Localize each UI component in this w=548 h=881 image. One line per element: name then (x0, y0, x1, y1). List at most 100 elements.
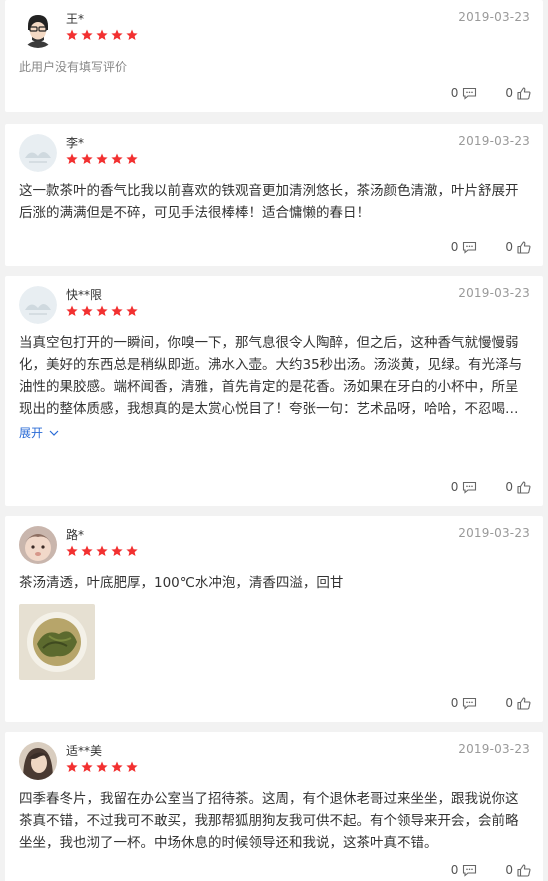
star-icon (96, 29, 108, 40)
review-actions: 0 0 (451, 240, 531, 254)
star-icon (126, 153, 138, 164)
star-icon (81, 305, 93, 316)
star-icon (96, 761, 108, 772)
star-icon (111, 305, 123, 316)
review-card: 王* 2019-03-23 此用户没有填写评价 0 0 (5, 0, 543, 112)
like-count: 0 (505, 86, 513, 100)
review-card: 快**限 2019-03-23 当真空包打开的一瞬间，你嗅一下，那气息很令人陶醉… (5, 276, 543, 506)
review-actions: 0 0 (451, 696, 531, 710)
like-button[interactable]: 0 (505, 863, 531, 877)
avatar (19, 286, 57, 324)
star-icon (96, 305, 108, 316)
like-button[interactable]: 0 (505, 480, 531, 494)
review-header: 路* 2019-03-23 (5, 516, 543, 572)
review-card: 适**美 2019-03-23 四季春冬片，我留在办公室当了招待茶。这周，有个退… (5, 732, 543, 881)
star-icon (111, 153, 123, 164)
comment-button[interactable]: 0 (451, 86, 478, 100)
reviewer-name: 李* (66, 136, 85, 150)
review-text: 这一款茶叶的香气比我以前喜欢的铁观音更加清洌悠长，茶汤颜色清澈，叶片舒展开后涨的… (19, 183, 519, 221)
review-photo[interactable] (19, 604, 95, 680)
comment-button[interactable]: 0 (451, 240, 478, 254)
comment-icon (462, 241, 477, 254)
star-icon (126, 29, 138, 40)
review-date: 2019-03-23 (458, 742, 530, 756)
review-date: 2019-03-23 (458, 526, 530, 540)
like-count: 0 (505, 240, 513, 254)
comment-count: 0 (450, 863, 459, 877)
review-list: 王* 2019-03-23 此用户没有填写评价 0 0 李* 2019-03-2… (0, 0, 548, 881)
star-rating (66, 153, 138, 165)
review-card: 李* 2019-03-23 这一款茶叶的香气比我以前喜欢的铁观音更加清洌悠长，茶… (5, 124, 543, 266)
star-icon (66, 761, 78, 772)
star-icon (81, 153, 93, 164)
star-icon (126, 545, 138, 556)
review-header: 王* 2019-03-23 (5, 0, 543, 56)
comment-icon (462, 87, 477, 100)
comment-button[interactable]: 0 (451, 696, 478, 710)
thumbs-up-icon (517, 863, 531, 877)
avatar (19, 526, 57, 564)
star-icon (66, 305, 78, 316)
reviewer-name: 适**美 (66, 744, 103, 758)
review-text: 当真空包打开的一瞬间，你嗅一下，那气息很令人陶醉，但之后，这种香气就慢慢弱化，美… (19, 335, 523, 417)
like-button[interactable]: 0 (505, 86, 531, 100)
review-date: 2019-03-23 (458, 134, 530, 148)
review-text: 此用户没有填写评价 (19, 60, 128, 74)
star-icon (126, 305, 138, 316)
star-icon (81, 545, 93, 556)
chevron-down-icon (49, 430, 59, 436)
like-count: 0 (505, 480, 513, 494)
thumbs-up-icon (517, 240, 531, 254)
star-rating (66, 545, 138, 557)
review-actions: 0 0 (451, 863, 531, 877)
star-rating (66, 761, 138, 773)
expand-label: 展开 (19, 426, 44, 440)
review-text: 茶汤清透，叶底肥厚，100℃水冲泡，清香四溢，回甘 (19, 575, 344, 591)
star-icon (66, 29, 78, 40)
comment-count: 0 (450, 696, 459, 710)
comment-count: 0 (450, 86, 459, 100)
reviewer-name: 王* (66, 12, 85, 26)
like-button[interactable]: 0 (505, 696, 531, 710)
star-icon (126, 761, 138, 772)
comment-icon (462, 481, 477, 494)
expand-button[interactable]: 展开 (5, 420, 543, 441)
reviewer-name: 快**限 (66, 288, 103, 302)
review-actions: 0 0 (451, 480, 531, 494)
star-icon (96, 153, 108, 164)
like-button[interactable]: 0 (505, 240, 531, 254)
avatar (19, 134, 57, 172)
review-header: 适**美 2019-03-23 (5, 732, 543, 788)
star-icon (96, 545, 108, 556)
star-icon (81, 29, 93, 40)
like-count: 0 (505, 696, 513, 710)
like-count: 0 (505, 863, 513, 877)
star-rating (66, 305, 138, 317)
star-icon (111, 761, 123, 772)
review-date: 2019-03-23 (458, 10, 530, 24)
comment-count: 0 (450, 240, 459, 254)
avatar (19, 742, 57, 780)
star-icon (111, 29, 123, 40)
comment-icon (462, 864, 477, 877)
comment-button[interactable]: 0 (451, 863, 478, 877)
thumbs-up-icon (517, 696, 531, 710)
review-actions: 0 0 (451, 86, 531, 100)
review-date: 2019-03-23 (458, 286, 530, 300)
star-icon (111, 545, 123, 556)
review-header: 李* 2019-03-23 (5, 124, 543, 180)
thumbs-up-icon (517, 480, 531, 494)
comment-icon (462, 697, 477, 710)
reviewer-name: 路* (66, 528, 85, 542)
star-rating (66, 29, 138, 41)
comment-button[interactable]: 0 (451, 480, 478, 494)
star-icon (81, 761, 93, 772)
avatar (19, 10, 57, 48)
review-text: 四季春冬片，我留在办公室当了招待茶。这周，有个退休老哥过来坐坐，跟我说你这茶真不… (19, 791, 519, 851)
thumbs-up-icon (517, 86, 531, 100)
review-header: 快**限 2019-03-23 (5, 276, 543, 332)
comment-count: 0 (450, 480, 459, 494)
star-icon (66, 153, 78, 164)
star-icon (66, 545, 78, 556)
review-card: 路* 2019-03-23 茶汤清透，叶底肥厚，100℃水冲泡，清香四溢，回甘 (5, 516, 543, 722)
